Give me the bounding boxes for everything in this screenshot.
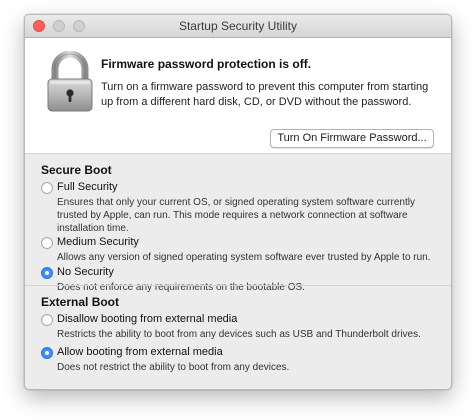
- option-label[interactable]: Full Security: [57, 181, 118, 193]
- option-label[interactable]: No Security: [57, 266, 114, 278]
- secure-boot-heading: Secure Boot: [41, 163, 112, 177]
- allow-external-boot-radio[interactable]: [41, 347, 53, 359]
- title-bar: Startup Security Utility: [25, 15, 451, 38]
- full-security-radio[interactable]: [41, 182, 53, 194]
- firmware-password-section: Firmware password protection is off. Tur…: [25, 38, 451, 154]
- medium-security-radio[interactable]: [41, 237, 53, 249]
- padlock-icon: [47, 51, 93, 112]
- external-boot-heading: External Boot: [41, 295, 120, 309]
- turn-on-firmware-password-button[interactable]: Turn On Firmware Password...: [270, 129, 434, 148]
- no-security-radio[interactable]: [41, 267, 53, 279]
- firmware-description: Turn on a firmware password to prevent t…: [101, 81, 429, 108]
- option-label[interactable]: Allow booting from external media: [57, 346, 223, 358]
- startup-security-window: Startup Security Utility Firmware passwo…: [24, 14, 452, 390]
- option-description: Does not restrict the ability to boot fr…: [57, 362, 290, 373]
- option-description: Does not enforce any requirements on the…: [57, 282, 305, 293]
- section-divider: [25, 285, 451, 286]
- option-label[interactable]: Medium Security: [57, 236, 139, 248]
- option-description: Ensures that only your current OS, or si…: [57, 197, 415, 234]
- option-description: Allows any version of signed operating s…: [57, 252, 431, 263]
- option-label[interactable]: Disallow booting from external media: [57, 313, 237, 325]
- window-title: Startup Security Utility: [178, 19, 298, 33]
- disallow-external-boot-radio[interactable]: [41, 314, 53, 326]
- option-description: Restricts the ability to boot from any d…: [57, 329, 421, 340]
- firmware-status-heading: Firmware password protection is off.: [101, 57, 312, 71]
